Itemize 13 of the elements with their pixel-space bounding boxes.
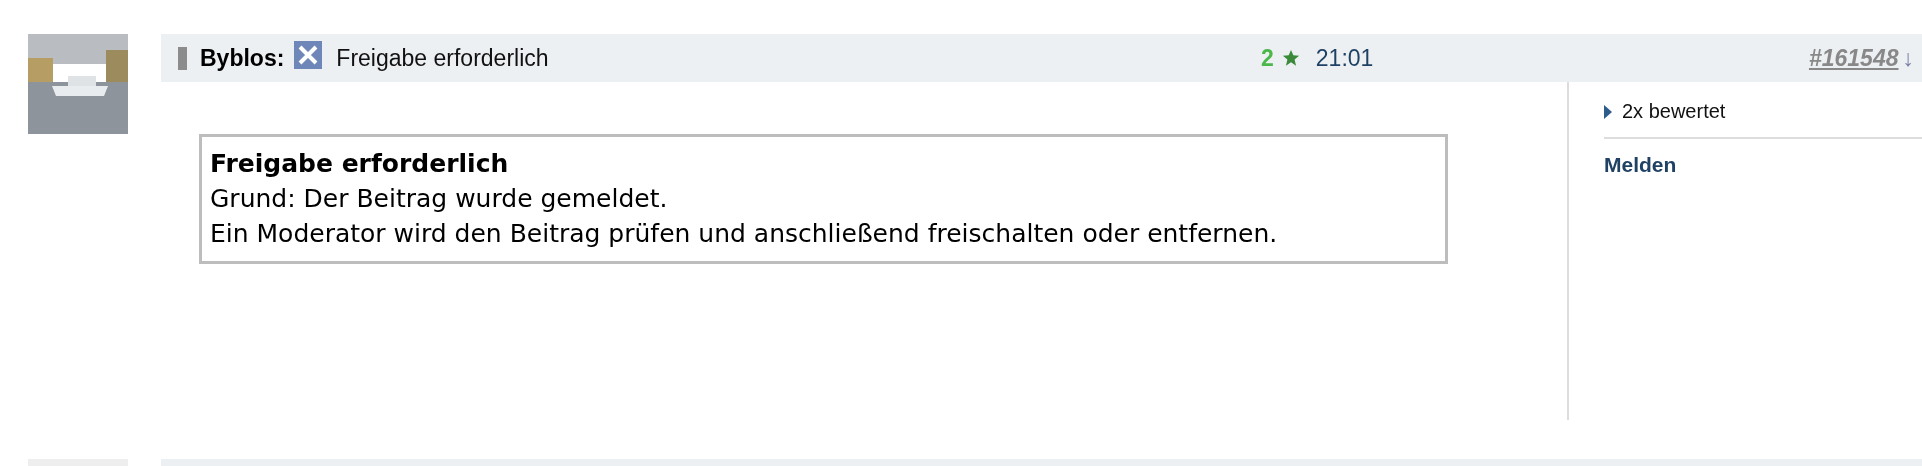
star-icon — [1281, 49, 1300, 67]
post-time: 21:01 — [1315, 44, 1374, 72]
rating-score: 2 — [1261, 44, 1274, 72]
ratings-toggle[interactable]: 2x bewertet — [1604, 100, 1922, 123]
post-title: Freigabe erforderlich — [336, 44, 549, 72]
notice-text: Grund: Der Beitrag wurde gemeldet. — [210, 183, 669, 215]
notice-title: Freigabe erforderlich — [210, 148, 510, 180]
down-arrow-link[interactable]: ↓ — [1902, 44, 1914, 72]
post-marker-icon — [178, 46, 187, 70]
notice-text: Ein Moderator wird den Beitrag prüfen und anschließend freischalten oder entfernen. — [210, 218, 1279, 250]
author-name[interactable]: Byblos: — [200, 44, 285, 72]
report-link[interactable]: Melden — [1604, 153, 1677, 177]
close-icon — [294, 41, 323, 69]
